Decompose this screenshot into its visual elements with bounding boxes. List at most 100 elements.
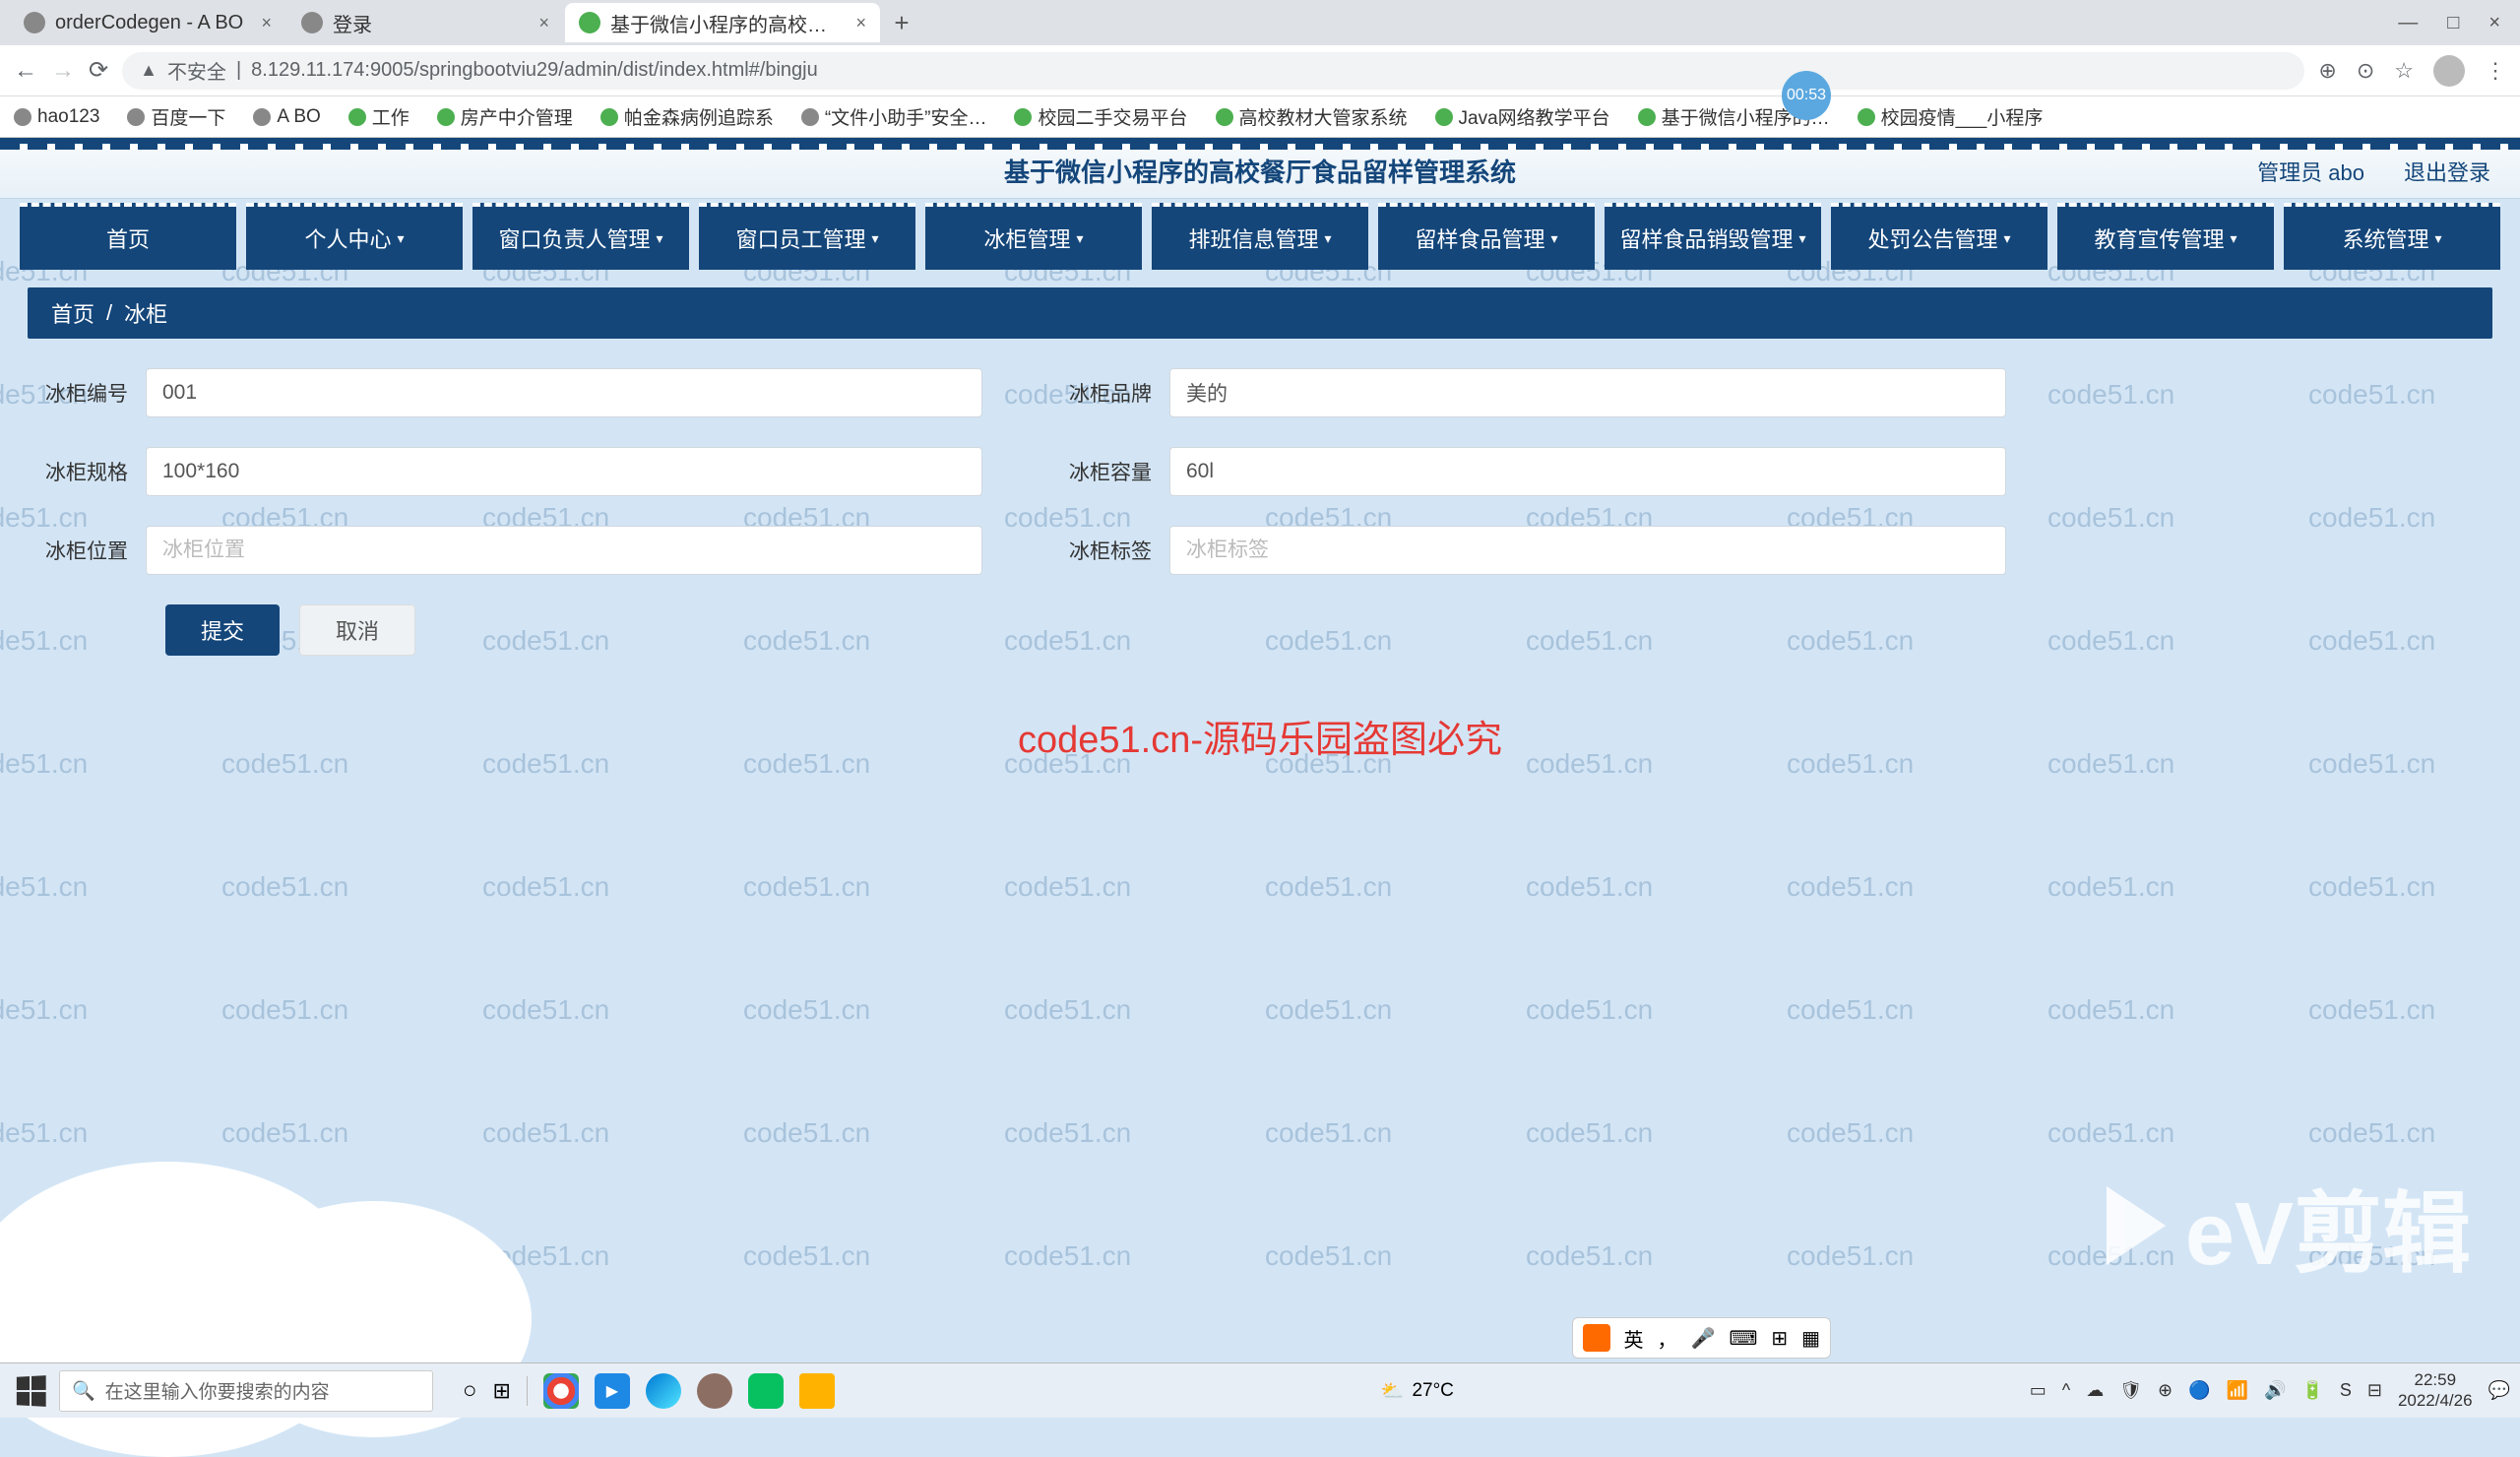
- close-tab-icon[interactable]: ×: [855, 13, 866, 33]
- translate-icon[interactable]: ⊕: [2318, 58, 2336, 84]
- address-bar: ← → ⟳ ▲ 不安全 | 8.129.11.174:9005/springbo…: [0, 45, 2520, 96]
- nav-window-manager[interactable]: 窗口负责人管理▾: [472, 203, 689, 270]
- tray-icon[interactable]: ☁: [2086, 1380, 2104, 1401]
- wechat-icon[interactable]: [748, 1373, 784, 1409]
- taskbar-search[interactable]: 🔍 在这里输入你要搜索的内容: [59, 1370, 433, 1412]
- field-tag: 冰柜标签: [1061, 526, 2006, 575]
- tray-icon[interactable]: ▭: [2030, 1380, 2047, 1401]
- nav-window-staff[interactable]: 窗口员工管理▾: [699, 203, 915, 270]
- bookmark-item[interactable]: 房产中介管理: [437, 103, 573, 130]
- logout-link[interactable]: 退出登录: [2404, 156, 2490, 187]
- nav-system[interactable]: 系统管理▾: [2284, 203, 2500, 270]
- bookmark-icon: [437, 108, 455, 126]
- new-tab-button[interactable]: +: [882, 8, 921, 38]
- profile-avatar[interactable]: [2433, 55, 2465, 87]
- star-icon[interactable]: ☆: [2394, 58, 2414, 84]
- zoom-icon[interactable]: ⊙: [2357, 58, 2374, 84]
- reload-icon[interactable]: ⟳: [89, 56, 108, 85]
- volume-icon[interactable]: 🔊: [2264, 1380, 2286, 1401]
- nav-fridge[interactable]: 冰柜管理▾: [925, 203, 1142, 270]
- bookmark-item[interactable]: 校园疫情___小程序: [1858, 103, 2044, 130]
- field-spec: 冰柜规格: [37, 447, 982, 496]
- menu-icon[interactable]: ⋮: [2485, 58, 2506, 84]
- input-capacity[interactable]: [1169, 447, 2006, 496]
- input-location[interactable]: [146, 526, 982, 575]
- chrome-icon[interactable]: [543, 1373, 579, 1409]
- nav-sample-food[interactable]: 留样食品管理▾: [1378, 203, 1595, 270]
- tray-icon[interactable]: ⊟: [2367, 1380, 2382, 1401]
- label-tag: 冰柜标签: [1061, 536, 1169, 565]
- ime-lang[interactable]: 英: [1624, 1324, 1644, 1353]
- app-icon[interactable]: [697, 1373, 732, 1409]
- browser-tab[interactable]: 登录 ×: [287, 3, 563, 42]
- tray-expand-icon[interactable]: ^: [2062, 1380, 2070, 1401]
- nav-personal[interactable]: 个人中心▾: [246, 203, 463, 270]
- input-tag[interactable]: [1169, 526, 2006, 575]
- bookmark-item[interactable]: 工作: [348, 103, 410, 130]
- ime-punct-icon[interactable]: ，: [1658, 1324, 1677, 1353]
- nav-destroy[interactable]: 留样食品销毁管理▾: [1605, 203, 1821, 270]
- bookmark-item[interactable]: Java网络教学平台: [1435, 103, 1610, 130]
- tray-icon[interactable]: S: [2340, 1380, 2352, 1401]
- nav-schedule[interactable]: 排班信息管理▾: [1152, 203, 1368, 270]
- chevron-down-icon: ▾: [397, 230, 404, 247]
- nav-penalty[interactable]: 处罚公告管理▾: [1831, 203, 2048, 270]
- edge-icon[interactable]: [646, 1373, 681, 1409]
- ime-grid-icon[interactable]: ▦: [1801, 1326, 1820, 1351]
- weather-widget[interactable]: ⛅ 27°C: [1381, 1379, 1454, 1403]
- chevron-down-icon: ▾: [871, 230, 878, 247]
- input-spec[interactable]: [146, 447, 982, 496]
- back-icon[interactable]: ←: [14, 57, 37, 85]
- bookmark-item[interactable]: 高校教材大管家系统: [1216, 103, 1408, 130]
- minimize-icon[interactable]: —: [2398, 12, 2418, 34]
- ime-toolbar[interactable]: 英 ， 🎤 ⌨ ⊞ ▦: [1572, 1317, 1831, 1359]
- bookmark-item[interactable]: “文件小助手”安全…: [801, 103, 987, 130]
- start-button[interactable]: [10, 1370, 51, 1412]
- browser-tab[interactable]: orderCodegen - A BO ×: [10, 3, 285, 42]
- cancel-button[interactable]: 取消: [299, 604, 415, 656]
- maximize-icon[interactable]: □: [2447, 12, 2459, 34]
- submit-button[interactable]: 提交: [165, 604, 280, 656]
- url-text: 8.129.11.174:9005/springbootviu29/admin/…: [251, 59, 818, 82]
- tray-icon[interactable]: 🔵: [2188, 1380, 2210, 1401]
- taskview-icon[interactable]: ⊞: [493, 1378, 511, 1404]
- field-location: 冰柜位置: [37, 526, 982, 575]
- battery-icon[interactable]: 🔋: [2301, 1380, 2323, 1401]
- chevron-down-icon: ▾: [2230, 230, 2236, 247]
- ime-keyboard-icon[interactable]: ⌨: [1729, 1326, 1757, 1351]
- chevron-down-icon: ▾: [1798, 230, 1805, 247]
- browser-tab-active[interactable]: 基于微信小程序的高校餐厅食品 ×: [565, 3, 880, 42]
- tray-icon[interactable]: ⊕: [2158, 1380, 2173, 1401]
- ime-mic-icon[interactable]: 🎤: [1691, 1326, 1716, 1351]
- nav-home[interactable]: 首页: [20, 203, 236, 270]
- wifi-icon[interactable]: 📶: [2227, 1380, 2248, 1401]
- bookmark-item[interactable]: 校园二手交易平台: [1014, 103, 1187, 130]
- bookmark-item[interactable]: 帕金森病例追踪系: [600, 103, 774, 130]
- clock[interactable]: 22:59 2022/4/26: [2398, 1370, 2473, 1411]
- bookmark-item[interactable]: 百度一下: [127, 103, 225, 130]
- nav-education[interactable]: 教育宣传管理▾: [2057, 203, 2274, 270]
- input-number[interactable]: [146, 368, 982, 417]
- tray-icon[interactable]: 🛡: [2119, 1380, 2142, 1401]
- bookmark-icon: [253, 108, 271, 126]
- url-input[interactable]: ▲ 不安全 | 8.129.11.174:9005/springbootviu2…: [122, 52, 2304, 90]
- close-window-icon[interactable]: ×: [2488, 12, 2500, 34]
- forward-icon[interactable]: →: [51, 57, 75, 85]
- ime-tool-icon[interactable]: ⊞: [1771, 1326, 1788, 1351]
- cortana-icon[interactable]: ○: [463, 1377, 477, 1405]
- notifications-icon[interactable]: 💬: [2488, 1380, 2510, 1401]
- browser-chrome: orderCodegen - A BO × 登录 × 基于微信小程序的高校餐厅食…: [0, 0, 2520, 138]
- close-tab-icon[interactable]: ×: [538, 13, 549, 33]
- app-icon[interactable]: ▶: [595, 1373, 630, 1409]
- input-brand[interactable]: [1169, 368, 2006, 417]
- chevron-down-icon: ▾: [1076, 230, 1083, 247]
- label-capacity: 冰柜容量: [1061, 457, 1169, 486]
- pinned-apps: ○ ⊞ ▶: [463, 1373, 835, 1409]
- folder-icon[interactable]: [799, 1373, 835, 1409]
- close-tab-icon[interactable]: ×: [261, 13, 272, 33]
- breadcrumb-home[interactable]: 首页: [51, 297, 94, 329]
- cloud-decoration: [0, 1034, 591, 1378]
- bookmark-item[interactable]: hao123: [14, 106, 99, 128]
- bookmark-item[interactable]: A BO: [253, 106, 320, 128]
- admin-label[interactable]: 管理员 abo: [2257, 156, 2364, 187]
